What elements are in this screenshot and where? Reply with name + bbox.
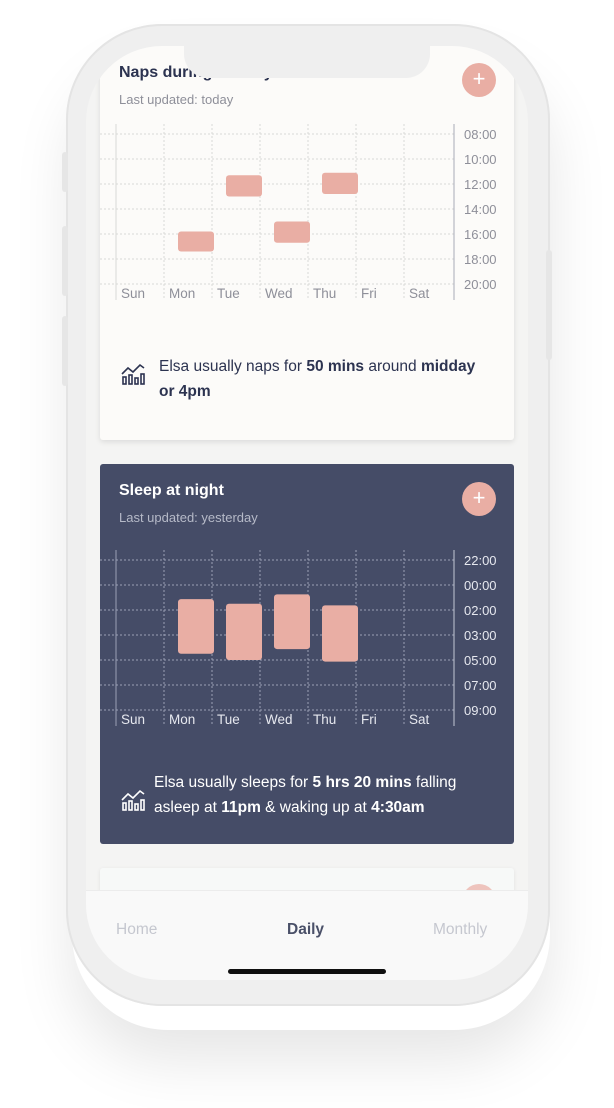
day-tick-label: Fri	[361, 712, 377, 727]
night-title: Sleep at night	[119, 482, 224, 499]
phone-side-button	[62, 152, 68, 192]
night-summary-asleep: 11pm	[221, 799, 261, 816]
time-tick-label: 10:00	[464, 152, 497, 167]
time-tick-label: 14:00	[464, 202, 497, 217]
naps-summary-duration: 50 mins	[306, 358, 365, 375]
phone-volume-up	[62, 226, 68, 296]
stats-chart-icon	[121, 363, 145, 385]
night-chart: 22:00 00:00 02:00 03:00 05:00 07:00 09:00 Sun Mo…	[100, 550, 497, 727]
sleep-block[interactable]	[274, 594, 310, 650]
phone-power-button	[546, 250, 552, 360]
sleep-block[interactable]	[226, 175, 262, 197]
night-summary: Elsa usually sleeps for 5 hrs 20 mins fa…	[154, 770, 494, 820]
sleep-block[interactable]	[178, 599, 214, 654]
time-tick-label: 09:00	[464, 703, 497, 718]
day-tick-label: Mon	[169, 286, 195, 301]
night-card: Sleep at night Last updated: yesterday +…	[100, 464, 514, 844]
day-tick-label: Tue	[217, 712, 240, 727]
time-tick-label: 07:00	[464, 678, 497, 693]
night-summary-duration: 5 hrs 20 mins	[312, 774, 412, 791]
night-add-button[interactable]: +	[462, 482, 496, 516]
phone-notch	[184, 46, 430, 78]
naps-chart: 08:00 10:00 12:00 14:00 16:00 18:00 20:00 Sun Mo…	[100, 124, 497, 301]
sleep-block[interactable]	[226, 603, 262, 660]
phone-volume-down	[62, 316, 68, 386]
day-tick-label: Sun	[121, 286, 145, 301]
naps-summary: Elsa usually naps for 50 mins around mid…	[159, 354, 479, 404]
home-indicator	[228, 969, 386, 974]
stats-chart-icon	[121, 789, 145, 811]
day-tick-label: Sat	[409, 286, 430, 301]
naps-summary-pre: Elsa usually naps for	[159, 358, 307, 375]
tab-bar: Home Daily Monthly	[86, 890, 528, 980]
naps-summary-mid: around	[364, 358, 421, 375]
time-tick-label: 05:00	[464, 653, 497, 668]
day-tick-label: Thu	[313, 712, 336, 727]
time-tick-label: 02:00	[464, 603, 497, 618]
time-tick-label: 12:00	[464, 177, 497, 192]
night-summary-waking: 4:30am	[371, 799, 425, 816]
naps-last-updated: Last updated: today	[119, 92, 234, 107]
app-screen: Naps during the day Last updated: today …	[86, 46, 528, 980]
day-tick-label: Wed	[265, 286, 293, 301]
day-tick-label: Sat	[409, 712, 430, 727]
day-tick-label: Thu	[313, 286, 336, 301]
tab-monthly[interactable]: Monthly	[433, 921, 487, 939]
sleep-block[interactable]	[178, 231, 214, 252]
tab-home[interactable]: Home	[116, 921, 157, 939]
time-tick-label: 16:00	[464, 227, 497, 242]
sleep-block[interactable]	[322, 605, 358, 662]
tab-daily[interactable]: Daily	[287, 921, 324, 939]
time-tick-label: 00:00	[464, 578, 497, 593]
night-last-updated: Last updated: yesterday	[119, 510, 258, 525]
day-tick-label: Wed	[265, 712, 293, 727]
naps-card: Naps during the day Last updated: today …	[100, 46, 514, 440]
time-tick-label: 22:00	[464, 553, 497, 568]
time-tick-label: 20:00	[464, 277, 497, 292]
night-summary-pre: Elsa usually sleeps for	[154, 774, 313, 791]
night-summary-mid2: & waking up at	[260, 799, 372, 816]
time-tick-label: 18:00	[464, 252, 497, 267]
time-tick-label: 03:00	[464, 628, 497, 643]
sleep-block[interactable]	[322, 172, 358, 194]
time-tick-label: 08:00	[464, 127, 497, 142]
day-tick-label: Tue	[217, 286, 240, 301]
naps-add-button[interactable]: +	[462, 63, 496, 97]
day-tick-label: Fri	[361, 286, 377, 301]
sleep-block[interactable]	[274, 221, 310, 243]
day-tick-label: Sun	[121, 712, 145, 727]
day-tick-label: Mon	[169, 712, 195, 727]
